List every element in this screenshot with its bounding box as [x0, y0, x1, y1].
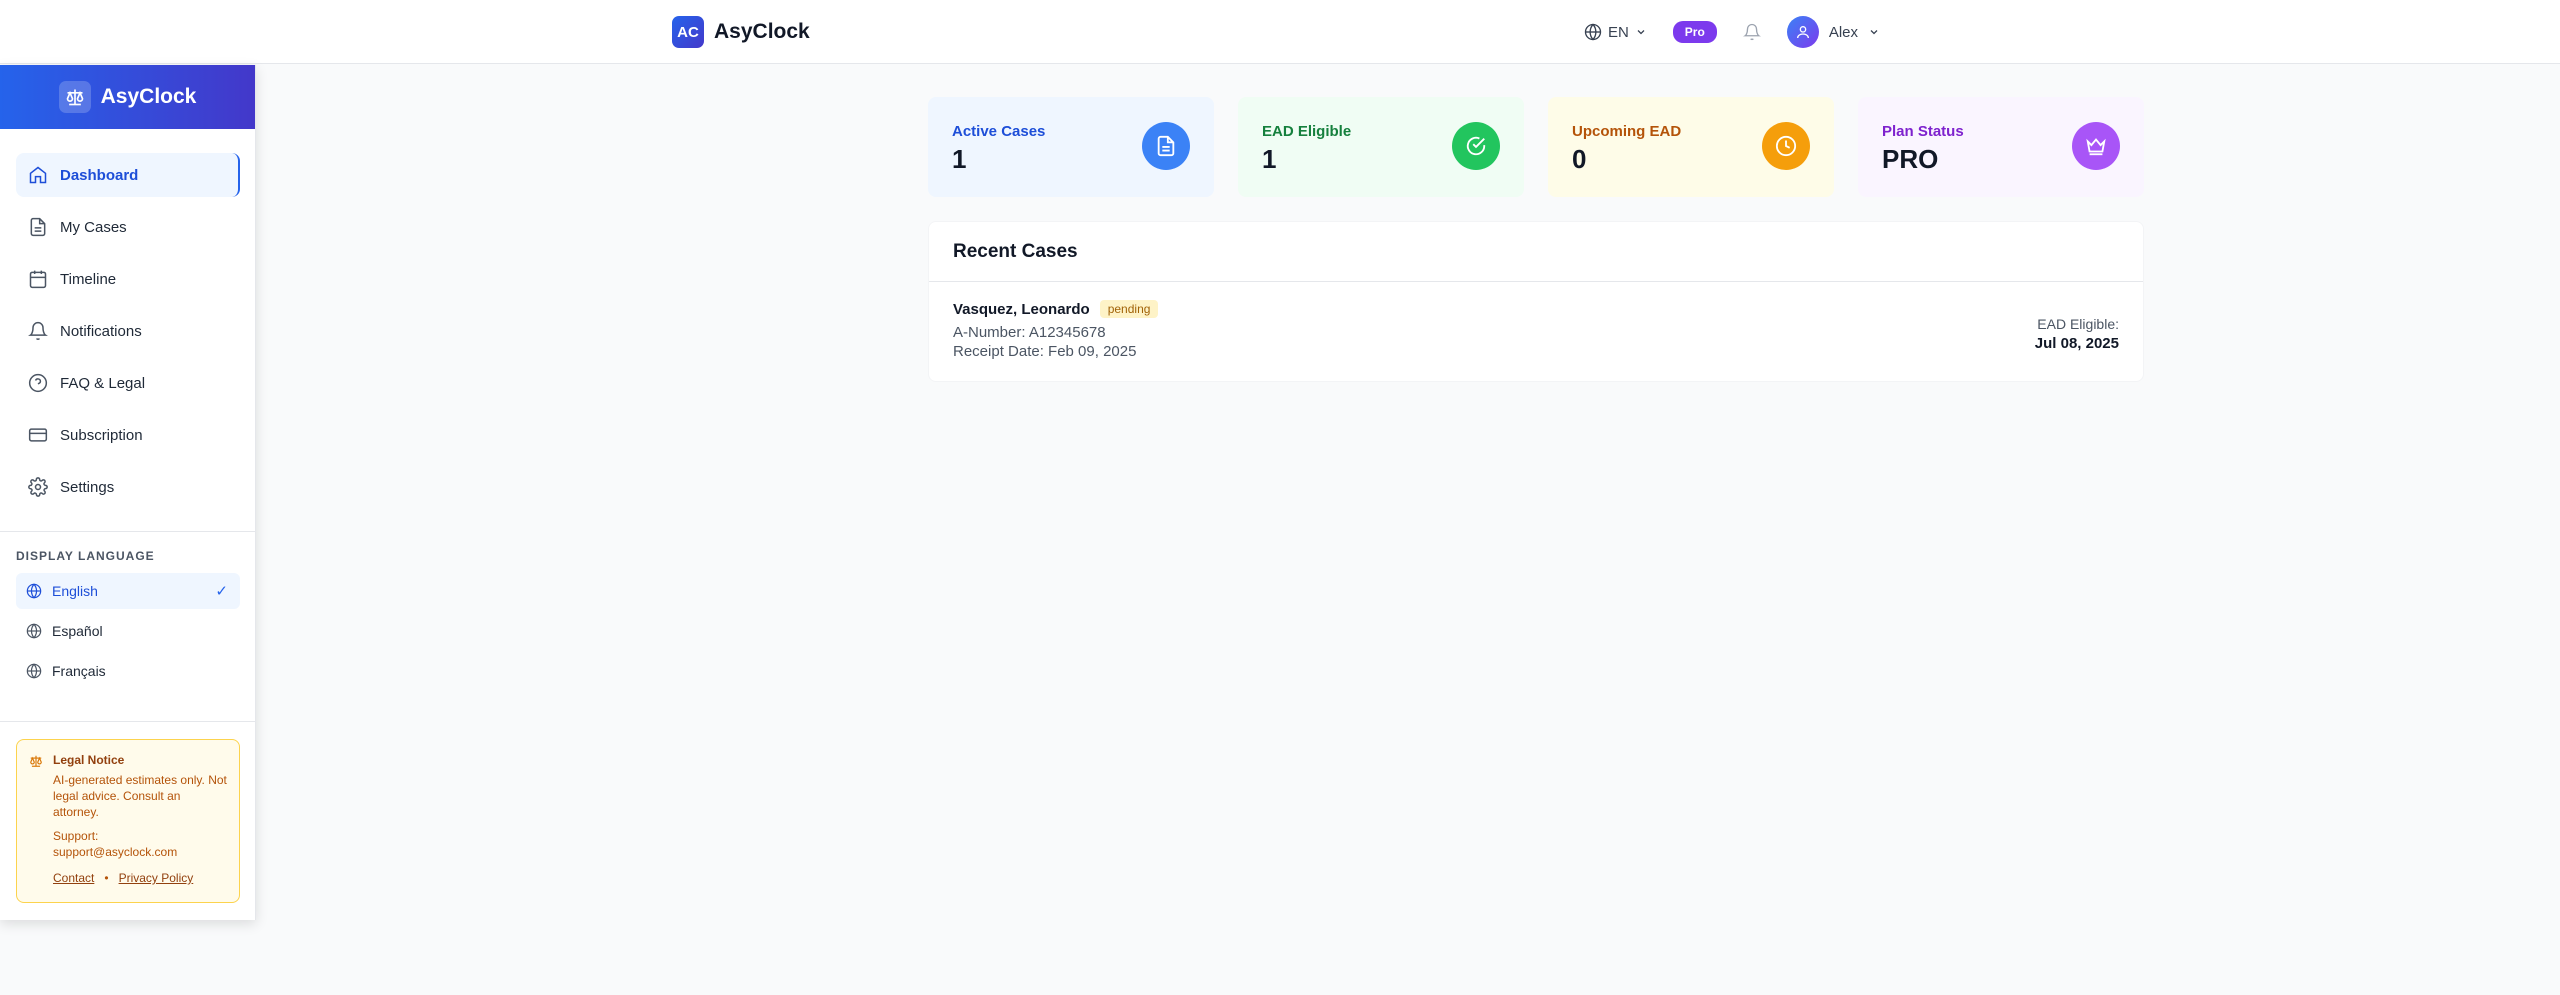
globe-icon: [26, 663, 42, 679]
header-brand[interactable]: AC AsyClock: [672, 16, 810, 48]
sidebar-item-label: FAQ & Legal: [60, 374, 146, 392]
legal-links: Contact • Privacy Policy: [53, 870, 227, 886]
sidebar: AsyClock Dashboard My Cases Timeline Not…: [0, 65, 256, 920]
sidebar-item-settings[interactable]: Settings: [16, 465, 240, 509]
globe-icon: [26, 583, 42, 599]
language-code: EN: [1607, 23, 1629, 41]
ead-eligible-date: Jul 08, 2025: [2034, 335, 2119, 352]
sidebar-item-label: Notifications: [60, 322, 142, 340]
legal-notice-text: AI-generated estimates only. Not legal a…: [53, 773, 227, 819]
ead-eligible-label: EAD Eligible:: [2037, 316, 2119, 332]
brand-name: AsyClock: [714, 20, 810, 43]
stats-row: Active Cases 1 EAD Eligible 1 Upcoming E…: [928, 97, 2144, 197]
check-circle-icon: [1452, 122, 1500, 170]
case-name-row: Vasquez, Leonardo pending: [953, 300, 2119, 318]
sidebar-item-timeline[interactable]: Timeline: [16, 257, 240, 301]
language-switcher[interactable]: EN: [1584, 23, 1647, 41]
sidebar-item-notifications[interactable]: Notifications: [16, 309, 240, 353]
bell-icon: [28, 321, 48, 341]
brand-logo: AC: [672, 16, 704, 48]
stat-card-plan-status[interactable]: Plan Status PRO: [1858, 97, 2144, 197]
plan-badge: Pro: [1672, 21, 1717, 43]
sidebar-divider: [0, 531, 256, 532]
globe-icon: [26, 623, 42, 639]
scale-icon: [66, 89, 83, 106]
sidebar-item-my-cases[interactable]: My Cases: [16, 205, 240, 249]
stat-card-upcoming-ead[interactable]: Upcoming EAD 0: [1548, 97, 1834, 197]
recent-cases-title: Recent Cases: [929, 222, 2143, 282]
crown-icon: [2072, 122, 2120, 170]
sidebar-item-label: Settings: [60, 478, 115, 496]
sidebar-item-label: Timeline: [60, 270, 117, 288]
top-header: AC AsyClock EN Pro Alex: [0, 0, 2560, 64]
chevron-down-icon: [1870, 30, 1878, 35]
header-actions: EN Pro Alex: [1584, 16, 1880, 48]
globe-icon: [1584, 23, 1602, 41]
case-a-number: A-Number: A12345678: [953, 324, 1106, 341]
contact-link[interactable]: Contact: [53, 870, 94, 886]
sidebar-item-subscription[interactable]: Subscription: [16, 413, 240, 457]
support-label: Support:: [53, 829, 99, 843]
legal-notice-title: Legal Notice: [53, 753, 125, 767]
home-icon: [29, 166, 47, 184]
sidebar-divider: [0, 721, 256, 722]
privacy-policy-link[interactable]: Privacy Policy: [119, 870, 194, 886]
notifications-button[interactable]: [1742, 23, 1761, 41]
gear-icon: [28, 477, 48, 497]
sidebar-brand: AsyClock: [0, 65, 255, 129]
credit-card-icon: [28, 428, 48, 442]
link-separator: •: [104, 871, 109, 885]
language-option-espanol[interactable]: Español: [16, 613, 240, 649]
clock-icon: [1762, 122, 1810, 170]
recent-cases-panel: Recent Cases Vasquez, Leonardo pending A…: [928, 221, 2144, 382]
document-icon: [30, 217, 46, 237]
case-receipt-date: Receipt Date: Feb 09, 2025: [953, 343, 1137, 360]
calendar-icon: [29, 270, 47, 289]
sidebar-item-faq-legal[interactable]: FAQ & Legal: [16, 361, 240, 405]
sidebar-nav: Dashboard My Cases Timeline Notification…: [0, 129, 256, 517]
sidebar-item-dashboard[interactable]: Dashboard: [16, 153, 240, 197]
support-email[interactable]: support@asyclock.com: [53, 844, 227, 860]
language-option-label: Français: [52, 663, 106, 679]
stat-card-ead-eligible[interactable]: EAD Eligible 1: [1238, 97, 1524, 197]
legal-notice: Legal Notice AI-generated estimates only…: [16, 739, 240, 903]
user-menu[interactable]: Alex: [1786, 16, 1880, 48]
case-name: Vasquez, Leonardo: [953, 300, 1090, 318]
language-option-english[interactable]: English ✓: [16, 573, 240, 609]
chevron-down-icon: [1637, 30, 1645, 35]
check-icon: ✓: [215, 583, 228, 600]
case-ead-info: EAD Eligible: Jul 08, 2025: [2035, 316, 2119, 352]
sidebar-logo: [58, 81, 91, 113]
sidebar-brand-name: AsyClock: [100, 85, 197, 108]
language-option-label: English: [52, 583, 98, 599]
user-name: Alex: [1828, 23, 1858, 41]
bell-icon: [1742, 23, 1761, 41]
language-option-francais[interactable]: Français: [16, 653, 240, 689]
avatar: [1786, 16, 1819, 48]
case-row[interactable]: Vasquez, Leonardo pending A-Number: A123…: [929, 282, 2143, 382]
sidebar-item-label: Dashboard: [60, 166, 139, 184]
status-badge: pending: [1099, 300, 1159, 318]
document-icon: [1142, 122, 1190, 170]
stat-card-active-cases[interactable]: Active Cases 1: [928, 97, 1214, 197]
sidebar-item-label: My Cases: [60, 218, 127, 236]
display-language-title: DISPLAY LANGUAGE: [16, 549, 155, 563]
sidebar-item-label: Subscription: [60, 426, 143, 444]
help-circle-icon: [28, 373, 48, 393]
language-option-label: Español: [52, 623, 103, 639]
user-icon: [1796, 26, 1809, 39]
scale-icon: [30, 755, 42, 767]
display-language-section: DISPLAY LANGUAGE English ✓ Español Franç…: [16, 549, 240, 693]
